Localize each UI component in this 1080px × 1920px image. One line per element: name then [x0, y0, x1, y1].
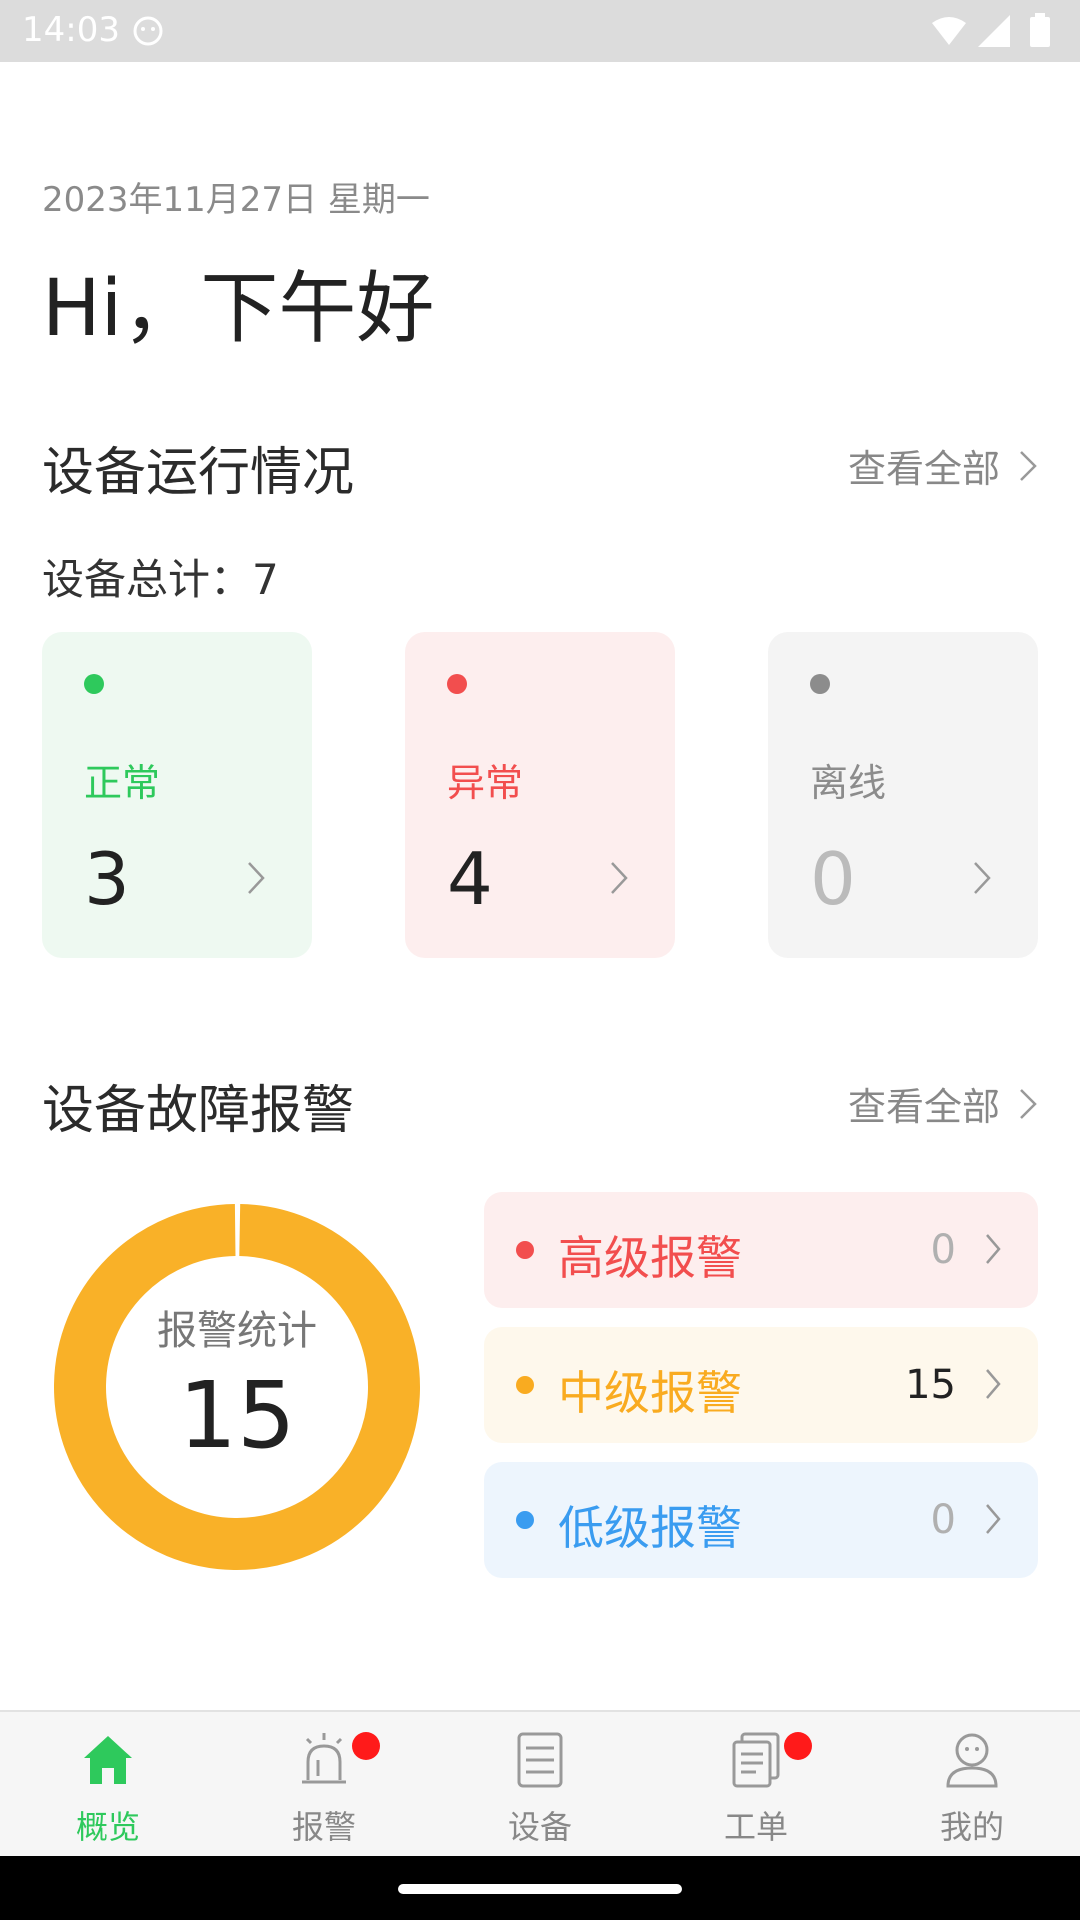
- nav-item-profile[interactable]: 我的: [864, 1712, 1080, 1858]
- battery-icon: [1030, 17, 1050, 47]
- chevron-right-icon: [984, 1367, 1002, 1405]
- chevron-right-icon: [246, 860, 266, 900]
- alarm-count: 0: [930, 1227, 956, 1273]
- card-count: 3: [84, 837, 130, 921]
- device-view-all-link[interactable]: 查看全部: [848, 438, 1038, 493]
- document-icon: [732, 1732, 780, 1788]
- alarm-label: 中级报警: [558, 1366, 742, 1420]
- chevron-right-icon: [609, 860, 629, 900]
- alarm-dot: [516, 1376, 534, 1394]
- donut-label: 报警统计: [157, 1308, 317, 1354]
- alarm-count: 0: [930, 1497, 956, 1543]
- alarm-dot: [516, 1241, 534, 1259]
- device-status-title: 设备运行情况: [42, 443, 355, 503]
- chevron-right-icon: [984, 1502, 1002, 1540]
- nav-item-overview[interactable]: 概览: [0, 1712, 216, 1858]
- donut-total: 15: [178, 1362, 296, 1469]
- home-icon: [84, 1736, 132, 1784]
- alarm-count: 15: [905, 1362, 956, 1408]
- status-time: 14:03: [22, 10, 120, 50]
- bottom-navigation: 概览 报警 设备 工单 我的: [0, 1710, 1080, 1856]
- nav-label: 设备: [507, 1808, 572, 1846]
- alarm-view-all-link[interactable]: 查看全部: [848, 1076, 1038, 1131]
- nav-label: 概览: [75, 1808, 140, 1846]
- nav-label: 报警: [291, 1808, 356, 1846]
- greeting: Hi，下午好: [42, 264, 435, 354]
- wifi-icon: [932, 17, 966, 45]
- app-notification-icon: [133, 16, 163, 46]
- medium-alarm-row[interactable]: 中级报警 15: [484, 1327, 1038, 1443]
- alarm-dot: [516, 1511, 534, 1529]
- system-navigation-bar: [0, 1856, 1080, 1920]
- nav-label: 工单: [723, 1808, 788, 1846]
- chevron-right-icon: [984, 1232, 1002, 1270]
- home-gesture-handle[interactable]: [398, 1884, 682, 1894]
- nav-item-devices[interactable]: 设备: [432, 1712, 648, 1858]
- high-alarm-row[interactable]: 高级报警 0: [484, 1192, 1038, 1308]
- alarm-icon: [302, 1733, 346, 1784]
- notification-badge: [784, 1732, 812, 1760]
- card-label: 正常: [84, 761, 161, 805]
- card-label: 离线: [810, 761, 887, 805]
- chevron-right-icon: [972, 860, 992, 900]
- current-date: 2023年11月27日 星期一: [42, 180, 430, 220]
- view-all-label: 查看全部: [847, 1085, 1000, 1129]
- notification-badge: [352, 1732, 380, 1760]
- low-alarm-row[interactable]: 低级报警 0: [484, 1462, 1038, 1578]
- status-dot: [447, 674, 467, 694]
- system-status-icons: [932, 13, 1050, 47]
- nav-label: 我的: [939, 1808, 1004, 1846]
- status-bar: 14:03: [0, 0, 1080, 62]
- view-all-label: 查看全部: [847, 447, 1000, 491]
- status-dot: [84, 674, 104, 694]
- alarm-label: 高级报警: [558, 1231, 742, 1285]
- server-icon: [517, 1732, 563, 1788]
- alarm-donut-chart: 报警统计 15: [52, 1202, 422, 1572]
- chevron-right-icon: [1018, 1087, 1038, 1121]
- alarm-section-title: 设备故障报警: [42, 1081, 355, 1141]
- nav-item-alarm[interactable]: 报警: [216, 1712, 432, 1858]
- abnormal-status-card[interactable]: 异常 4: [405, 632, 675, 958]
- signal-icon: [978, 15, 1010, 47]
- normal-status-card[interactable]: 正常 3: [42, 632, 312, 958]
- alarm-label: 低级报警: [558, 1501, 742, 1555]
- status-dot: [810, 674, 830, 694]
- card-count: 4: [447, 837, 493, 921]
- chevron-right-icon: [1018, 449, 1038, 483]
- nav-item-work-orders[interactable]: 工单: [648, 1712, 864, 1858]
- offline-status-card[interactable]: 离线 0: [768, 632, 1038, 958]
- device-total: 设备总计：7: [42, 555, 279, 604]
- card-label: 异常: [447, 761, 524, 805]
- user-icon: [946, 1733, 998, 1788]
- card-count: 0: [810, 837, 856, 921]
